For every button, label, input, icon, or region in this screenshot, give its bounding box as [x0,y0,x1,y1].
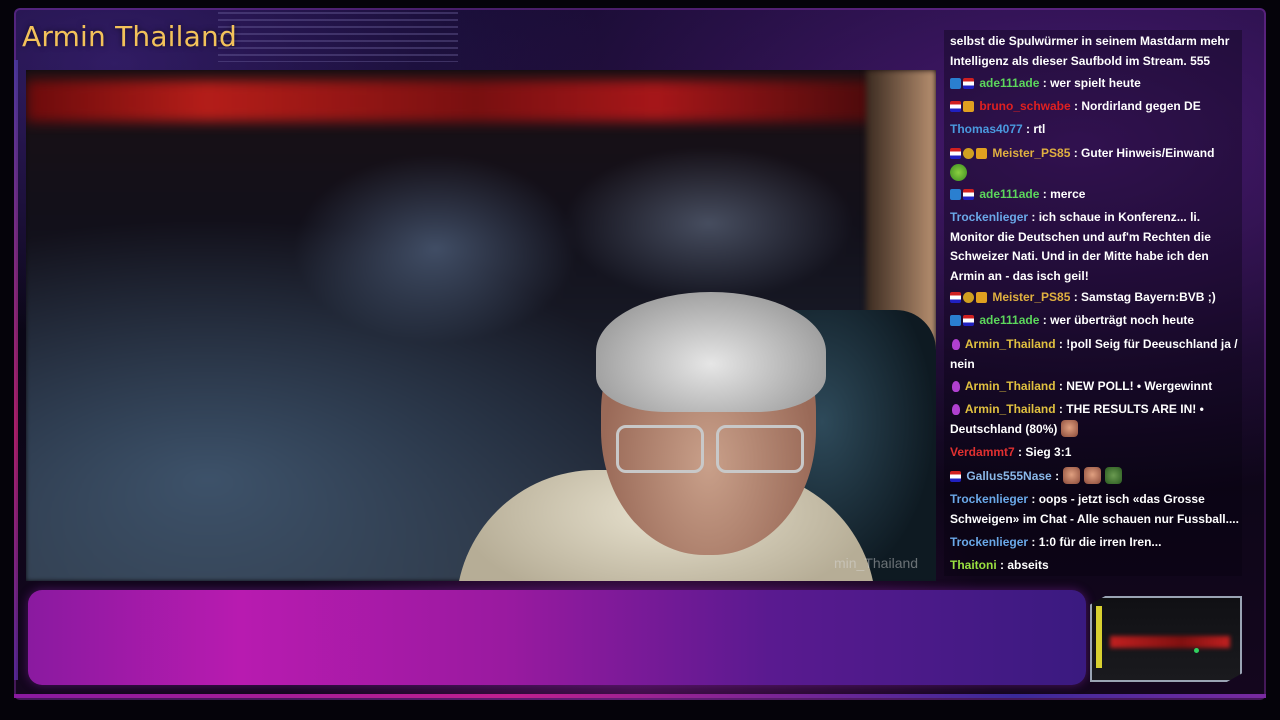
flag-badge-icon [950,471,961,482]
chat-message: Verdammt7 : Sieg 3:1 [950,443,1240,463]
channel-title: Armin Thailand [22,20,237,53]
crown-badge-icon [963,101,974,112]
streamer-hair [596,292,826,412]
chat-username[interactable]: ade111ade [976,76,1043,90]
green-emote-icon [950,163,967,181]
chat-message-text: : wer spielt heute [1042,76,1141,90]
chat-username[interactable]: Verdammt7 [950,445,1018,459]
chat-message-text: : rtl [1026,122,1046,136]
chat-message: Trockenlieger : 1:0 für die irren Iren..… [950,533,1240,553]
chat-username[interactable]: bruno_schwabe [976,99,1074,113]
title-decoration [218,12,458,62]
flag-badge-icon [963,189,974,200]
led-light-strip [26,80,926,122]
chat-message: Meister_PS85 : Samstag Bayern:BVB ;) [950,288,1240,308]
chat-message: Trockenlieger : oops - jetzt isch «das G… [950,490,1240,529]
chat-message: Meister_PS85 : Guter Hinweis/Einwand [950,144,1240,183]
face-emote-icon [1061,419,1079,437]
chat-username[interactable]: Gallus555Nase [963,469,1055,483]
chat-username[interactable]: Thomas4077 [950,122,1026,136]
mini-camera-dot [1194,648,1199,653]
chat-username[interactable]: Meister_PS85 [989,290,1074,304]
flag-badge-icon [950,292,961,303]
prime-badge-icon [950,78,961,89]
chat-username[interactable]: Trockenlieger [950,210,1031,224]
info-badge-icon [963,292,974,303]
bottom-banner [28,590,1086,685]
chat-message: ade111ade : merce [950,185,1240,205]
chat-message-text: : merce [1042,187,1086,201]
mini-camera-led [1110,636,1230,648]
chat-message: bruno_schwabe : Nordirland gegen DE [950,97,1240,117]
frame-accent-bottom [14,694,1266,698]
crown-badge-icon [976,292,987,303]
prime-badge-icon [950,189,961,200]
mini-camera-accent [1096,606,1102,668]
chat-username[interactable]: Armin_Thailand [962,379,1059,393]
chat-message: Thaitoni : abseits [950,556,1240,576]
chat-panel: selbst die Spulwürmer in seinem Mastdarm… [944,30,1242,576]
info-badge-icon [963,148,974,159]
mini-camera-view [1090,596,1242,682]
chat-username[interactable]: Armin_Thailand [962,402,1059,416]
microphone-badge-icon [952,339,960,350]
chat-message-text: : Sieg 3:1 [1018,445,1072,459]
chat-message: Thomas4077 : rtl [950,120,1240,140]
streamer-glasses [616,425,816,475]
chat-message-text: : Nordirland gegen DE [1074,99,1201,113]
chat-message: Armin_Thailand : !poll Seig für Deeuschl… [950,335,1240,374]
chat-username[interactable]: Trockenlieger [950,535,1031,549]
chat-message-text: : NEW POLL! • Wergewinnt [1058,379,1213,393]
chat-username[interactable]: ade111ade [976,313,1043,327]
prime-badge-icon [950,315,961,326]
chat-username[interactable]: Meister_PS85 [989,146,1074,160]
chat-message: ade111ade : wer überträgt noch heute [950,311,1240,331]
chat-message-text: : Guter Hinweis/Einwand [1073,146,1215,160]
flag-badge-icon [950,101,961,112]
flag-badge-icon [963,78,974,89]
chat-message-text: : Samstag Bayern:BVB ;) [1073,290,1216,304]
chat-message-text: : 1:0 für die irren Iren... [1031,535,1162,549]
frame-accent-left [14,60,18,680]
chat-message: Armin_Thailand : THE RESULTS ARE IN! • D… [950,400,1240,439]
face-emote-icon [1084,467,1102,484]
flag-badge-icon [963,315,974,326]
chat-username[interactable]: Thaitoni [950,558,1000,572]
chat-message: Armin_Thailand : NEW POLL! • Wergewinnt [950,377,1240,397]
flag-badge-icon [950,148,961,159]
chat-username[interactable]: ade111ade [976,187,1043,201]
webcam-video: min_Thailand [26,70,936,581]
face-emote-icon [1063,467,1081,484]
chat-message: ade111ade : wer spielt heute [950,74,1240,94]
chat-username[interactable]: Trockenlieger [950,492,1031,506]
chat-message-text: : wer überträgt noch heute [1042,313,1195,327]
crown-badge-icon [976,148,987,159]
microphone-badge-icon [952,381,960,392]
frog-emote-icon [1105,467,1123,484]
chat-message-text: : [1055,469,1060,483]
chat-message: Gallus555Nase : [950,467,1240,487]
chat-message-text: selbst die Spulwürmer in seinem Mastdarm… [950,34,1230,68]
chat-username[interactable]: Armin_Thailand [962,337,1059,351]
chat-message: selbst die Spulwürmer in seinem Mastdarm… [950,32,1240,71]
microphone-badge-icon [952,404,960,415]
chat-message: Trockenlieger : ich schaue in Konferenz.… [950,208,1240,286]
chat-message-text: : abseits [1000,558,1049,572]
webcam-watermark: min_Thailand [834,555,919,571]
